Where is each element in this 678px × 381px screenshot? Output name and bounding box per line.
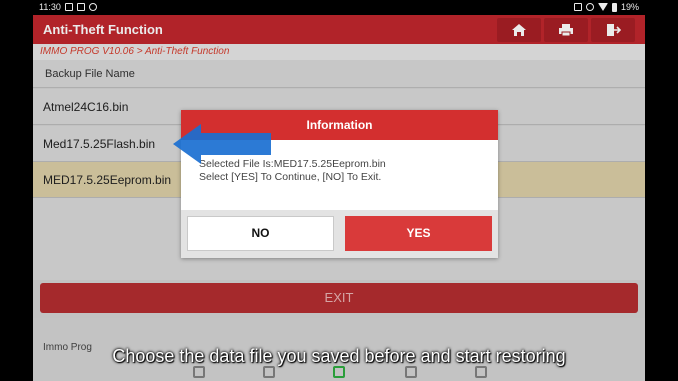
nav-gallery-icon[interactable]	[405, 366, 417, 378]
tablet-screen: 11:30 19% Anti-Theft Function IMMO PROG …	[33, 0, 645, 381]
yes-button[interactable]: YES	[345, 216, 492, 251]
nav-back-icon[interactable]	[475, 366, 487, 378]
no-button[interactable]: NO	[187, 216, 334, 251]
dialog-message-line: Select [YES] To Continue, [NO] To Exit.	[199, 171, 382, 183]
nav-home-icon[interactable]	[193, 366, 205, 378]
video-caption: Choose the data file you saved before an…	[112, 346, 566, 366]
nav-vci-icon[interactable]	[333, 366, 345, 378]
blue-pointer-arrow-icon	[173, 124, 271, 164]
nav-screenshot-icon[interactable]	[263, 366, 275, 378]
